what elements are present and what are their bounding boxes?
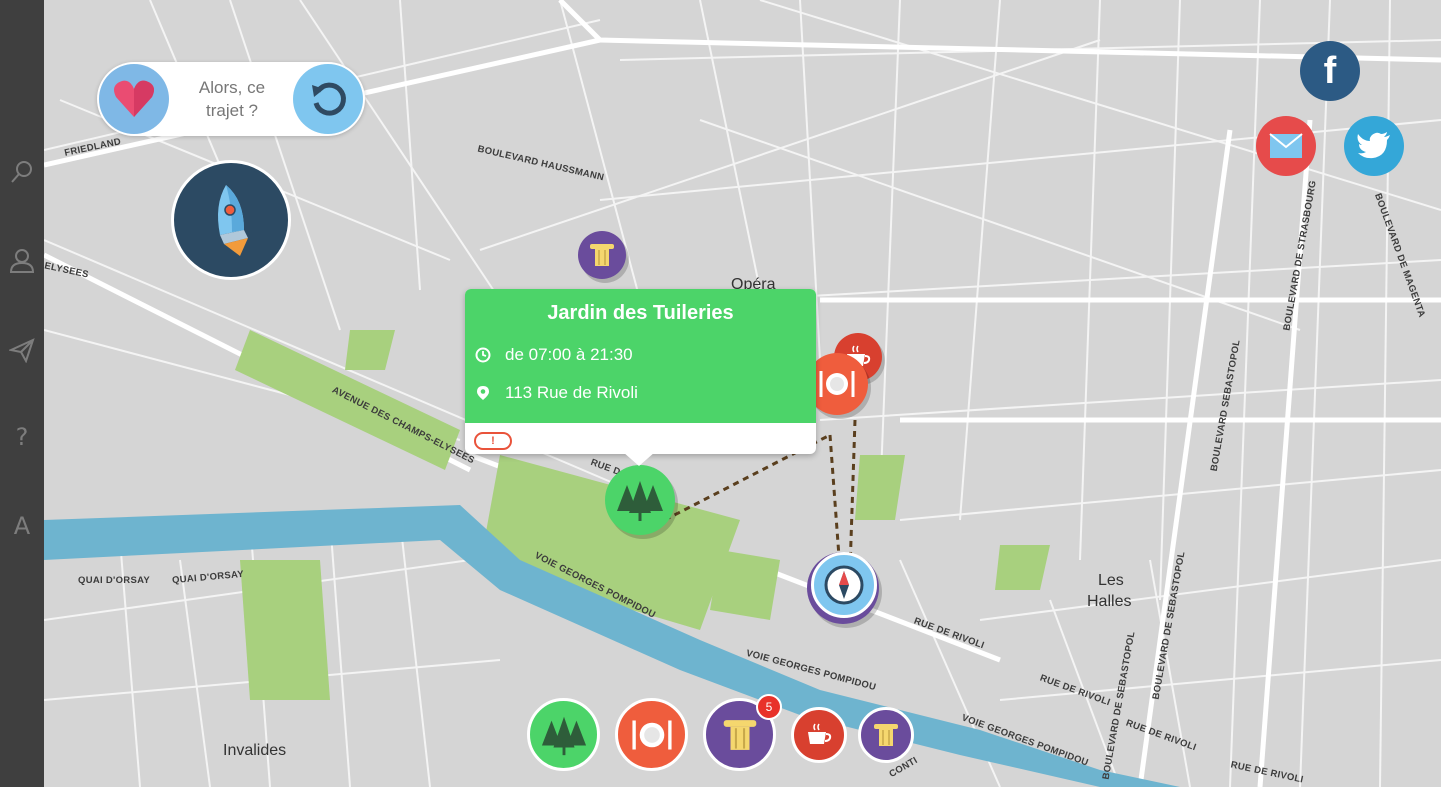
plate-icon <box>819 371 855 397</box>
place-label-invalides: Invalides <box>223 742 287 759</box>
font-icon[interactable]: A <box>8 512 36 540</box>
popup-header: Jardin des Tuileries de 07:00 à 21:30 11… <box>465 289 816 423</box>
facebook-button[interactable]: f <box>1300 41 1360 101</box>
report-warning-button[interactable]: ! <box>474 432 512 450</box>
coffee-icon <box>808 723 832 744</box>
trees-icon <box>541 716 586 755</box>
compass-marker[interactable] <box>807 552 879 624</box>
help-icon[interactable]: ? <box>8 423 36 451</box>
twitter-button[interactable] <box>1344 116 1404 176</box>
rocket-icon <box>218 185 248 256</box>
feedback-question-line2: trajet ? <box>206 101 258 120</box>
route-feedback-bar: Alors, ce trajet ? <box>97 62 365 136</box>
popup-address: 113 Rue de Rivoli <box>505 383 638 402</box>
compass-inner <box>811 552 877 618</box>
place-popup: Jardin des Tuileries de 07:00 à 21:30 11… <box>465 289 816 466</box>
popup-hours: de 07:00 à 21:30 <box>505 345 633 364</box>
user-icon[interactable] <box>8 246 36 274</box>
warning-icon: ! <box>491 435 495 447</box>
refresh-icon <box>312 82 346 116</box>
plate-icon <box>631 719 672 750</box>
column-icon <box>874 724 898 746</box>
font-glyph: A <box>13 512 31 540</box>
twitter-icon <box>1357 132 1390 159</box>
feedback-question-line1: Alors, ce <box>198 78 266 97</box>
category-museum-button[interactable] <box>858 707 914 763</box>
street-label: QUAI D'ORSAY <box>78 575 151 586</box>
sidebar: ? A <box>0 0 44 787</box>
category-restaurant-button[interactable] <box>615 698 688 771</box>
monument-marker[interactable] <box>578 231 626 279</box>
column-icon <box>723 719 756 750</box>
location-pin-icon <box>477 386 489 400</box>
popup-title: Jardin des Tuileries <box>547 302 734 324</box>
category-cafe-button[interactable] <box>791 707 847 763</box>
category-park-button[interactable] <box>527 698 600 771</box>
heart-icon <box>114 80 154 117</box>
popup-pointer <box>623 452 655 466</box>
trees-icon <box>617 481 663 521</box>
help-glyph: ? <box>15 423 29 451</box>
compass-icon <box>824 565 864 605</box>
park-marker[interactable] <box>605 465 675 535</box>
monument-count-badge: 5 <box>756 694 782 720</box>
email-icon <box>1269 133 1303 158</box>
launch-button[interactable] <box>171 160 291 280</box>
place-label-les: Les <box>1098 572 1124 589</box>
send-icon[interactable] <box>8 336 36 364</box>
feedback-question: Alors, ce trajet ? <box>187 76 277 122</box>
column-icon <box>590 244 614 266</box>
facebook-icon: f <box>1323 49 1337 92</box>
email-button[interactable] <box>1256 116 1316 176</box>
search-icon[interactable] <box>8 158 36 186</box>
clock-icon <box>475 347 491 363</box>
refresh-button[interactable] <box>293 64 363 134</box>
favorite-button[interactable] <box>99 64 169 134</box>
place-label-halles: Halles <box>1087 593 1132 610</box>
